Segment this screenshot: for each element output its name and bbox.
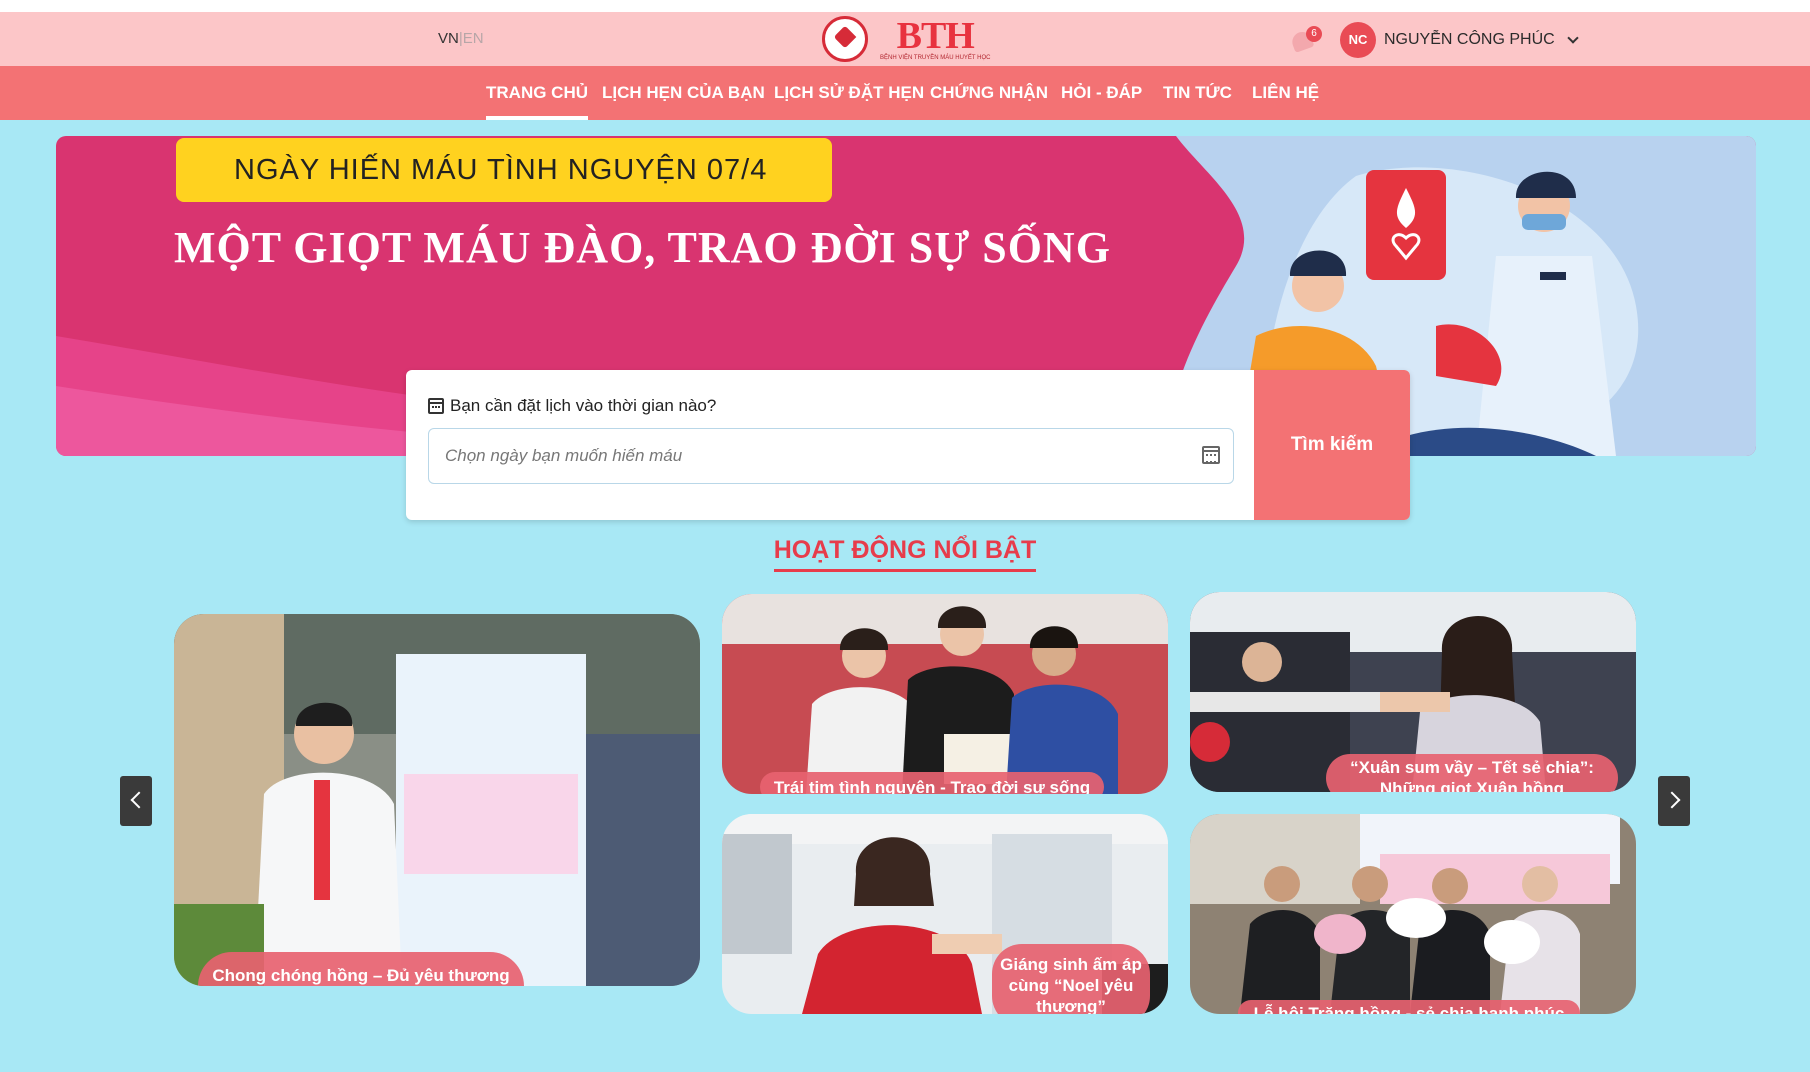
activity-card-1[interactable]: Chong chóng hồng – Đủ yêu thương hạnh ph…	[174, 614, 700, 986]
lang-en[interactable]: EN	[463, 30, 484, 47]
user-name: NGUYỄN CÔNG PHÚC	[1384, 31, 1555, 48]
language-switcher: VN|EN	[438, 30, 484, 47]
logo-text: BTH	[896, 14, 975, 57]
date-picker-calendar-icon[interactable]	[1202, 446, 1220, 464]
activity-card-2[interactable]: Trái tim tình nguyện - Trao đời sự sống	[722, 594, 1168, 794]
hero-badge: NGÀY HIẾN MÁU TÌNH NGUYỆN 07/4	[176, 138, 832, 202]
activity-photo-1	[174, 614, 700, 986]
activity-caption-3: “Xuân sum vầy – Tết sẻ chia”: Những giọt…	[1326, 754, 1618, 792]
blood-drop-logo-icon	[822, 16, 868, 62]
carousel-next-button[interactable]	[1658, 776, 1690, 826]
avatar: NC	[1340, 22, 1376, 58]
activity-photo-2	[722, 594, 1168, 794]
activity-caption-1: Chong chóng hồng – Đủ yêu thương hạnh ph…	[198, 952, 524, 986]
nav-booking-history[interactable]: LỊCH SỬ ĐẶT HẸN	[774, 66, 924, 120]
top-bar: VN|EN BTH BỆNH VIỆN TRUYỀN MÁU HUYẾT HỌC…	[0, 12, 1810, 66]
activity-card-4[interactable]: Giáng sinh ấm áp cùng “Noel yêu thương”	[722, 814, 1168, 1014]
hero-title: MỘT GIỌT MÁU ĐÀO, TRAO ĐỜI SỰ SỐNG	[174, 223, 1111, 272]
search-label: Bạn cần đặt lịch vào thời gian nào?	[428, 396, 716, 416]
activity-card-5[interactable]: Lễ hội Trăng hồng - sẻ chia hạnh phúc	[1190, 814, 1636, 1014]
calendar-icon	[428, 398, 444, 414]
activity-caption-5: Lễ hội Trăng hồng - sẻ chia hạnh phúc	[1238, 1000, 1580, 1014]
main-navigation: TRANG CHỦ LỊCH HẸN CỦA BẠN LỊCH SỬ ĐẶT H…	[0, 66, 1810, 120]
carousel-prev-button[interactable]	[120, 776, 152, 826]
search-button[interactable]: Tìm kiếm	[1254, 370, 1410, 520]
activity-card-3[interactable]: “Xuân sum vầy – Tết sẻ chia”: Những giọt…	[1190, 592, 1636, 792]
nav-contact[interactable]: LIÊN HỆ	[1252, 66, 1319, 120]
logo-wordmark: BTH BỆNH VIỆN TRUYỀN MÁU HUYẾT HỌC	[880, 17, 990, 62]
lang-vn[interactable]: VN	[438, 30, 459, 47]
chevron-down-icon	[1567, 32, 1579, 44]
nav-news[interactable]: TIN TỨC	[1163, 66, 1232, 120]
nav-home[interactable]: TRANG CHỦ	[486, 66, 588, 120]
notification-badge: 6	[1306, 26, 1322, 42]
section-title: HOẠT ĐỘNG NỔI BẬT	[773, 536, 1037, 572]
top-strip	[0, 0, 1810, 12]
logo-subtitle: BỆNH VIỆN TRUYỀN MÁU HUYẾT HỌC	[880, 54, 991, 61]
nav-your-appointments[interactable]: LỊCH HẸN CỦA BẠN	[602, 66, 765, 120]
nav-faq[interactable]: HỎI - ĐÁP	[1061, 66, 1142, 120]
activity-caption-2: Trái tim tình nguyện - Trao đời sự sống	[760, 772, 1104, 794]
date-input[interactable]	[428, 428, 1234, 484]
site-logo[interactable]: BTH BỆNH VIỆN TRUYỀN MÁU HUYẾT HỌC	[822, 14, 990, 64]
section-heading: HOẠT ĐỘNG NỔI BẬT	[0, 536, 1810, 572]
user-menu[interactable]: NC NGUYỄN CÔNG PHÚC	[1340, 22, 1579, 58]
activity-caption-4: Giáng sinh ấm áp cùng “Noel yêu thương”	[992, 944, 1150, 1014]
activity-photo-5	[1190, 814, 1636, 1014]
search-label-text: Bạn cần đặt lịch vào thời gian nào?	[450, 396, 717, 415]
nav-certificates[interactable]: CHỨNG NHẬN	[930, 66, 1048, 120]
notification-button[interactable]: 6	[1289, 26, 1322, 53]
